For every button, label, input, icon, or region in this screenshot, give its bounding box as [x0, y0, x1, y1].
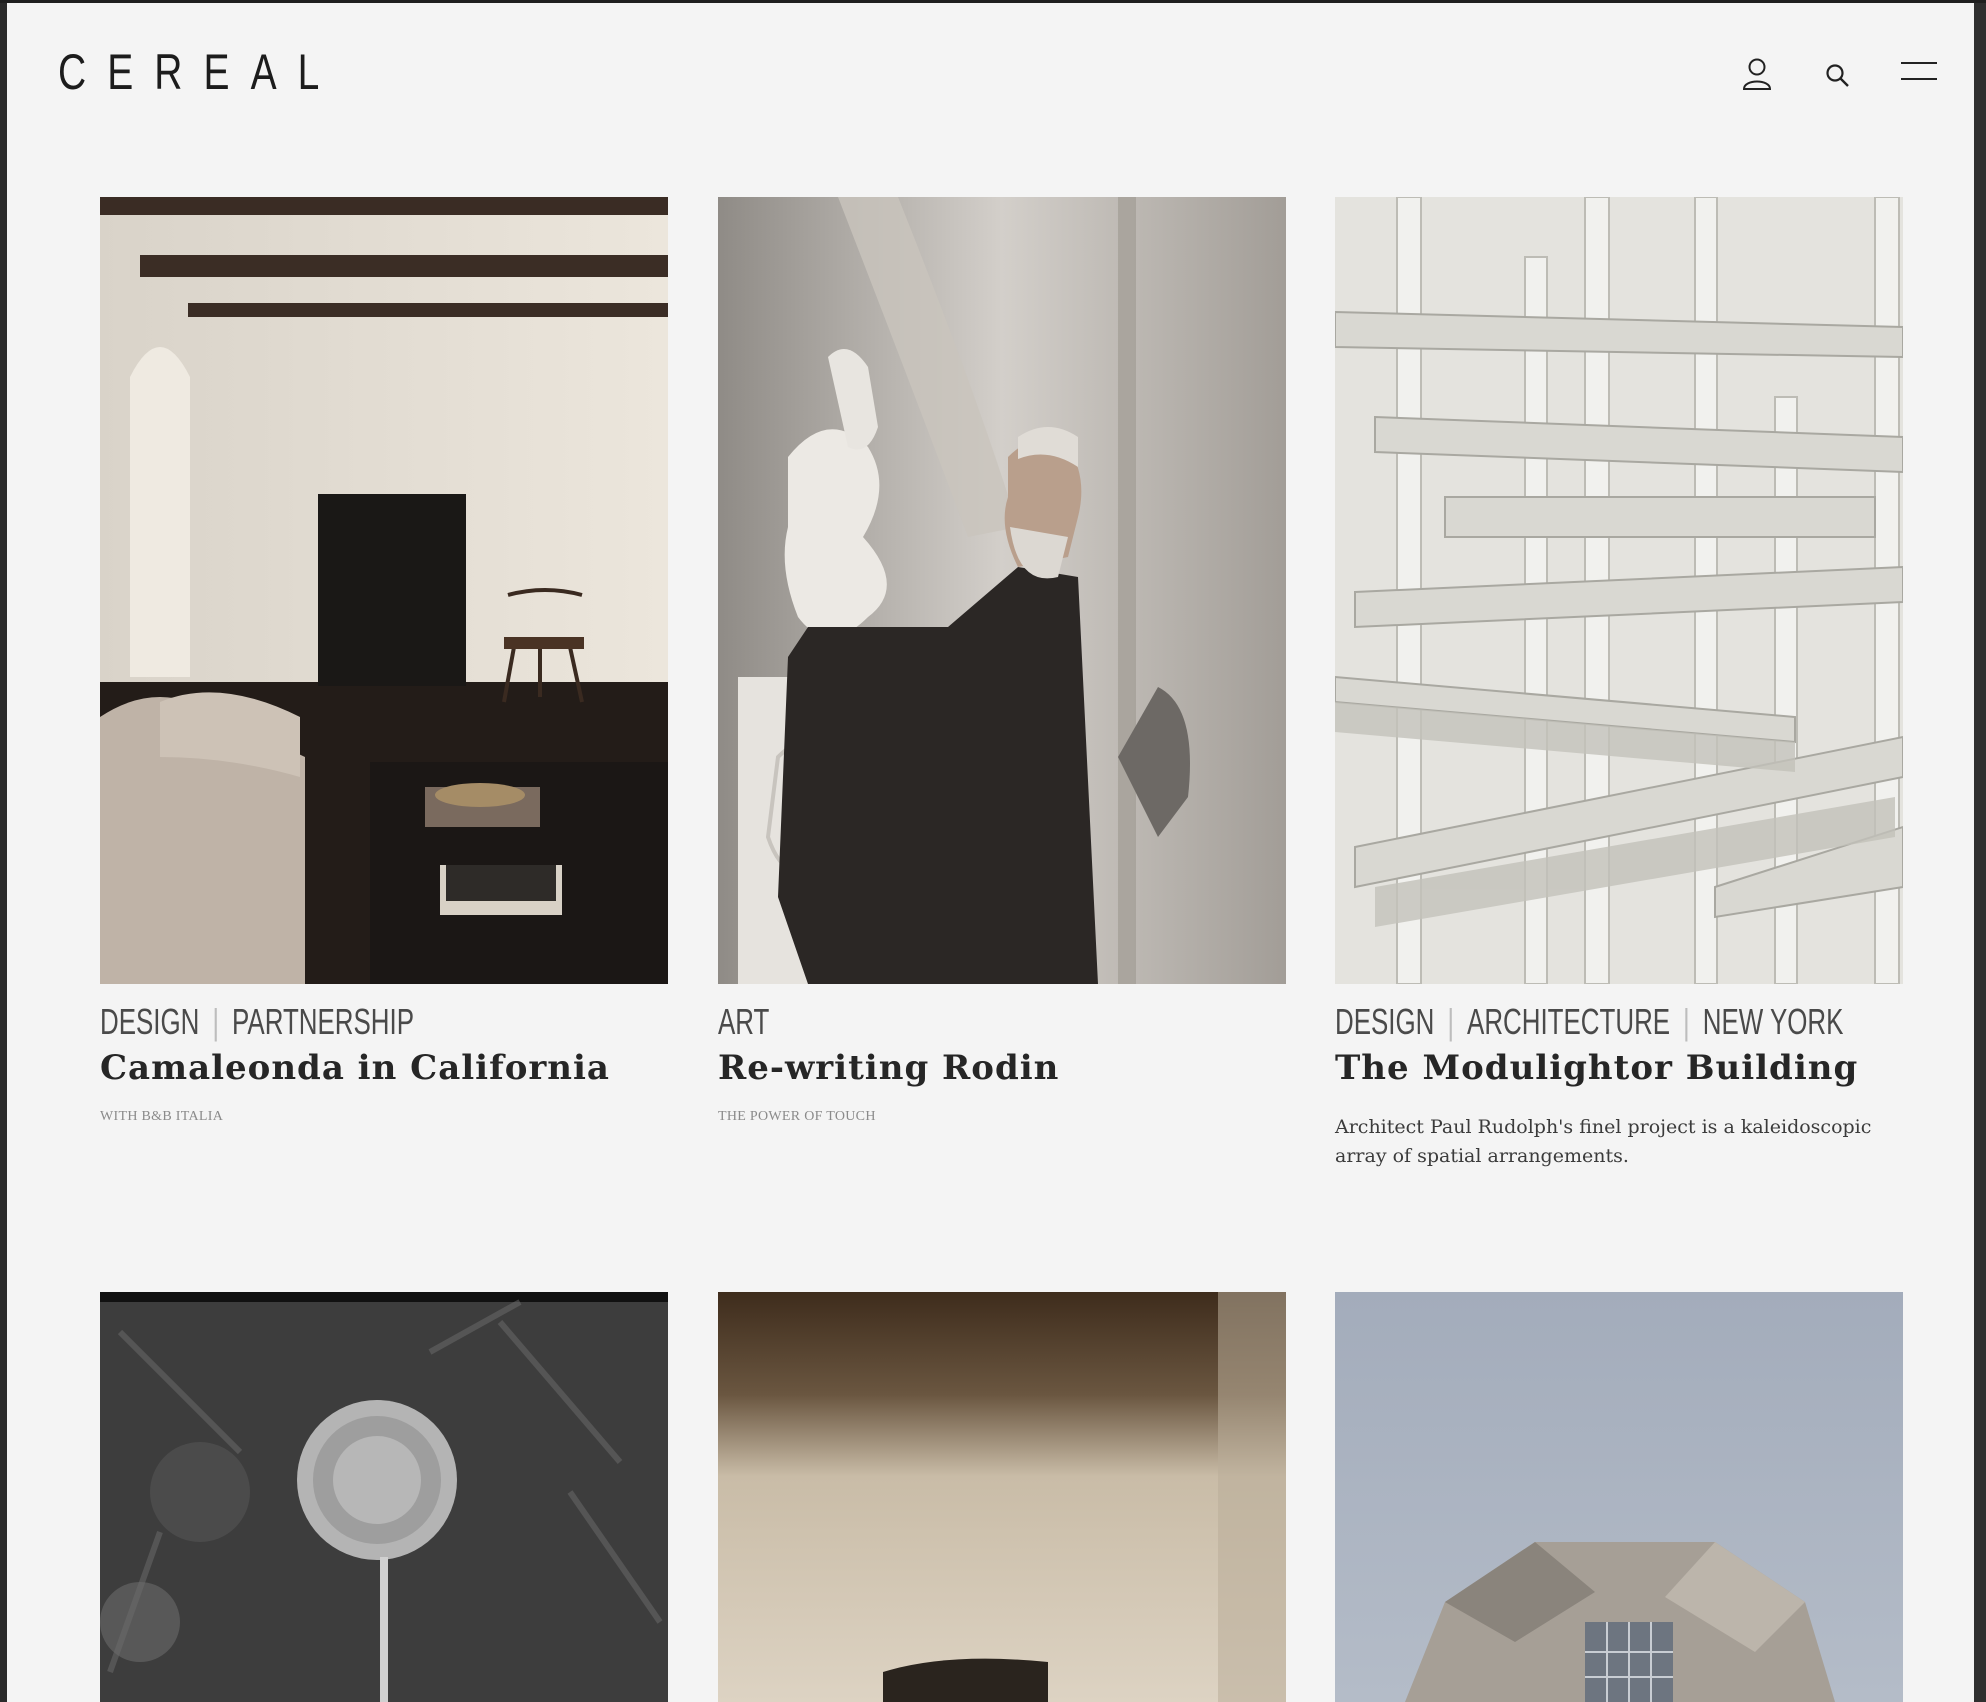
article-card[interactable]: [1335, 1292, 1903, 1702]
article-card[interactable]: ART Re-writing Rodin THE POWER OF TOUCH: [718, 197, 1286, 1157]
tag-link[interactable]: ARCHITECTURE: [1467, 1001, 1670, 1042]
site-logo[interactable]: CEREAL: [58, 47, 340, 97]
article-image-rodin[interactable]: [718, 197, 1286, 984]
article-image-goetheanum[interactable]: [1335, 1292, 1903, 1702]
account-icon[interactable]: [1742, 57, 1772, 91]
article-card[interactable]: DESIGN | PARTNERSHIP Camaleonda in Califor…: [100, 197, 668, 1157]
article-image-modulightor[interactable]: [1335, 197, 1903, 984]
page: CEREAL DESIGN | PARTNERSHIP Camaleonda i…: [7, 3, 1974, 1702]
tag-link[interactable]: NEW YORK: [1703, 1001, 1844, 1042]
tag-link[interactable]: DESIGN: [1335, 1001, 1434, 1042]
article-card[interactable]: [718, 1292, 1286, 1702]
tag-link[interactable]: DESIGN: [100, 1001, 199, 1042]
article-image-living-room[interactable]: [100, 197, 668, 984]
menu-icon[interactable]: [1900, 60, 1938, 86]
article-image-sepia-interior[interactable]: [718, 1292, 1286, 1702]
tag-link[interactable]: ART: [718, 1001, 769, 1042]
article-description: Architect Paul Rudolph's finel project i…: [1335, 1116, 1872, 1167]
article-title[interactable]: The Modulightor Building: [1335, 1051, 1858, 1085]
article-image-allium[interactable]: [100, 1292, 668, 1702]
tag-separator: |: [212, 1001, 220, 1042]
search-icon[interactable]: [1825, 63, 1851, 89]
article-card[interactable]: DESIGN | ARCHITECTURE | NEW YORK The Modulig…: [1335, 197, 1903, 1177]
tag-separator: |: [1447, 1001, 1455, 1042]
article-subtitle: THE POWER OF TOUCH: [718, 1109, 876, 1124]
tag-link[interactable]: PARTNERSHIP: [232, 1001, 414, 1042]
article-subtitle: WITH B&B ITALIA: [100, 1109, 224, 1124]
tag-separator: |: [1683, 1001, 1690, 1042]
article-tags: DESIGN | PARTNERSHIP: [100, 1004, 414, 1040]
scrollbar[interactable]: [1974, 3, 1986, 1702]
article-tags: ART: [718, 1004, 769, 1040]
article-tags: DESIGN | ARCHITECTURE | NEW YORK: [1335, 1004, 1843, 1040]
article-card[interactable]: [100, 1292, 668, 1702]
article-title[interactable]: Camaleonda in California: [100, 1051, 610, 1085]
article-title[interactable]: Re-writing Rodin: [718, 1051, 1059, 1085]
